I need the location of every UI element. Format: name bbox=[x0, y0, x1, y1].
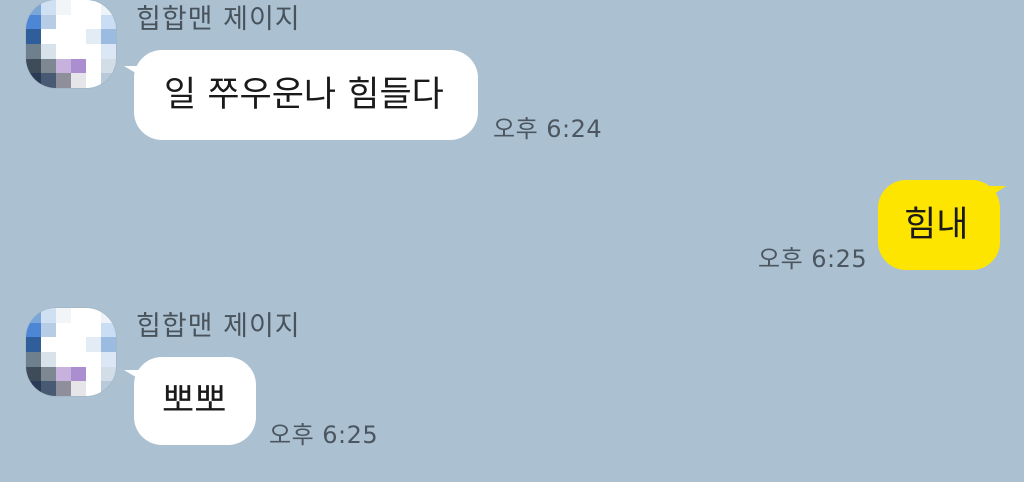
avatar-pixel bbox=[26, 322, 41, 338]
avatar-pixel bbox=[101, 366, 116, 382]
message-timestamp: 오후 6:24 bbox=[493, 115, 603, 143]
avatar-pixel bbox=[41, 73, 56, 88]
avatar-pixel bbox=[86, 381, 101, 396]
avatar-pixel bbox=[56, 381, 71, 396]
message-text: 뽀뽀 bbox=[162, 380, 227, 421]
avatar-pixel bbox=[71, 322, 86, 338]
avatar-pixel bbox=[56, 14, 71, 30]
avatar-pixel bbox=[101, 352, 116, 367]
avatar-pixel bbox=[86, 44, 101, 59]
avatar-pixel bbox=[26, 366, 41, 382]
avatar-pixel bbox=[56, 73, 71, 88]
avatar-pixel bbox=[71, 0, 86, 15]
avatar-pixel bbox=[26, 29, 41, 44]
avatar-pixel bbox=[41, 352, 56, 367]
avatar-pixel bbox=[71, 44, 86, 59]
avatar-pixel bbox=[86, 73, 101, 88]
avatar-pixel bbox=[41, 44, 56, 59]
message-timestamp: 오후 6:25 bbox=[758, 245, 868, 273]
avatar-pixel bbox=[26, 308, 41, 323]
avatar-pixel bbox=[101, 58, 116, 74]
avatar-pixel bbox=[56, 352, 71, 367]
avatar-pixel bbox=[86, 366, 101, 382]
avatar-pixel bbox=[71, 337, 86, 352]
avatar-pixel bbox=[101, 44, 116, 59]
sender-name: 힙합맨 제이지 bbox=[136, 4, 301, 35]
avatar-pixel bbox=[26, 58, 41, 74]
avatar-pixel bbox=[56, 308, 71, 323]
avatar-pixel bbox=[71, 73, 86, 88]
avatar-pixel bbox=[41, 14, 56, 30]
sender-avatar[interactable] bbox=[26, 308, 116, 396]
avatar-pixel bbox=[41, 322, 56, 338]
avatar-pixel bbox=[41, 308, 56, 323]
avatar-pixel bbox=[86, 58, 101, 74]
sender-avatar[interactable] bbox=[26, 0, 116, 88]
avatar-pixel bbox=[26, 73, 41, 88]
avatar-pixel bbox=[26, 381, 41, 396]
avatar-pixel bbox=[56, 44, 71, 59]
avatar-pixel bbox=[71, 29, 86, 44]
avatar-pixel bbox=[101, 337, 116, 352]
avatar-pixel bbox=[86, 14, 101, 30]
message-text: 일 쭈우운나 힘들다 bbox=[164, 74, 444, 115]
avatar-pixel bbox=[26, 337, 41, 352]
avatar-pixel bbox=[101, 0, 116, 15]
avatar-pixel bbox=[71, 366, 86, 382]
avatar-pixel bbox=[101, 14, 116, 30]
avatar-pixel bbox=[41, 337, 56, 352]
avatar-pixel bbox=[56, 366, 71, 382]
avatar-pixel bbox=[101, 73, 116, 88]
message-timestamp: 오후 6:25 bbox=[269, 421, 379, 449]
avatar-pixel bbox=[56, 29, 71, 44]
avatar-pixel bbox=[71, 308, 86, 323]
avatar-pixel bbox=[26, 352, 41, 367]
avatar-pixel bbox=[41, 0, 56, 15]
avatar-pixel bbox=[101, 308, 116, 323]
avatar-pixel bbox=[56, 337, 71, 352]
avatar-pixel bbox=[86, 308, 101, 323]
avatar-pixel bbox=[101, 381, 116, 396]
avatar-pixel bbox=[26, 44, 41, 59]
avatar-pixel bbox=[86, 0, 101, 15]
avatar-pixel bbox=[71, 381, 86, 396]
avatar-pixel bbox=[26, 14, 41, 30]
avatar-pixel bbox=[56, 0, 71, 15]
avatar-pixel bbox=[101, 322, 116, 338]
avatar-pixel bbox=[101, 29, 116, 44]
avatar-pixel bbox=[71, 352, 86, 367]
avatar-pixel bbox=[86, 322, 101, 338]
avatar-pixel bbox=[41, 366, 56, 382]
avatar-pixel bbox=[41, 29, 56, 44]
avatar-pixel bbox=[56, 322, 71, 338]
sender-name: 힙합맨 제이지 bbox=[136, 311, 301, 342]
avatar-pixel bbox=[86, 352, 101, 367]
avatar-pixel bbox=[26, 0, 41, 15]
avatar-pixel bbox=[41, 381, 56, 396]
avatar-pixel bbox=[71, 58, 86, 74]
avatar-pixel bbox=[86, 337, 101, 352]
message-text: 힘내 bbox=[904, 204, 969, 245]
avatar-pixel bbox=[71, 14, 86, 30]
avatar-pixel bbox=[41, 58, 56, 74]
avatar-pixel bbox=[56, 58, 71, 74]
avatar-pixel bbox=[86, 29, 101, 44]
